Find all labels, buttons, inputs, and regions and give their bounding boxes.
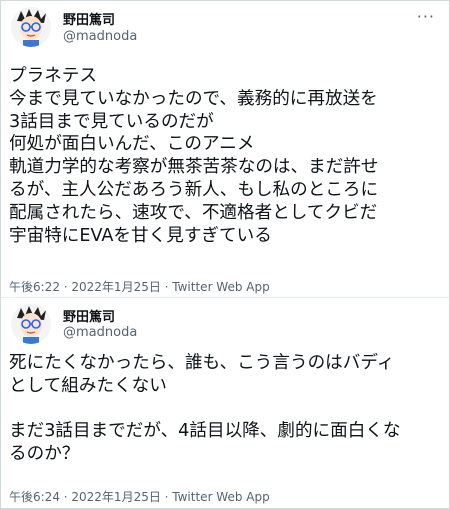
author-handle[interactable]: @madnoda — [63, 29, 137, 44]
author-name[interactable]: 野田篤司 — [63, 306, 115, 325]
avatar[interactable] — [11, 7, 51, 47]
tweet-card: 野田篤司 @madnoda ··· プラネテス 今まで見ていなかったので、義務的… — [0, 0, 450, 509]
tweet-line: 宇宙特にEVAを甘く見すぎている — [9, 225, 272, 246]
tweet-line: プラネテス — [9, 66, 97, 86]
avatar[interactable] — [11, 304, 51, 344]
tweet-line: 配属されたら、速攻で、不適格者としてクビだ — [9, 202, 378, 223]
author-handle[interactable]: @madnoda — [63, 325, 137, 340]
tweet-1: 野田篤司 @madnoda ··· プラネテス 今まで見ていなかったので、義務的… — [1, 1, 449, 297]
tweet-line — [9, 398, 443, 421]
tweet-line: まだ3話目までだが、4話目以降、劇的に面白くな — [9, 421, 401, 442]
tweet-line: るのか？ — [9, 444, 80, 465]
tweet-line: 3話目まで見ているのだが — [9, 111, 214, 132]
avatar-cartoon-icon — [11, 7, 51, 47]
tweet-timestamp[interactable]: 午後6:24 · 2022年1月25日 · Twitter Web App — [9, 488, 270, 505]
tweet-line: 軌道力学的な考察が無茶苦茶なのは、まだ許せ — [9, 157, 379, 178]
tweet-line: るが、主人公だあろう新人、もし私のところに — [9, 179, 379, 200]
tweet-line: 何処が面白いんだ、このアニメ — [9, 134, 255, 155]
more-options-icon[interactable]: ··· — [417, 7, 435, 26]
avatar-cartoon-icon — [11, 304, 51, 344]
tweet-2: 野田篤司 @madnoda 死にたくなかったら、誰も、こう言うのはバディ として… — [1, 297, 449, 509]
tweet-text: 死にたくなかったら、誰も、こう言うのはバディ として組みたくない まだ3話目まで… — [9, 352, 443, 466]
author-name[interactable]: 野田篤司 — [63, 9, 115, 28]
tweet-line: として組みたくない — [9, 375, 167, 396]
tweet-timestamp[interactable]: 午後6:22 · 2022年1月25日 · Twitter Web App — [9, 278, 270, 295]
tweet-text: プラネテス 今まで見ていなかったので、義務的に再放送を 3話目まで見ているのだが… — [9, 65, 443, 247]
tweet-line: 今まで見ていなかったので、義務的に再放送を — [9, 88, 378, 109]
tweet-line: 死にたくなかったら、誰も、こう言うのはバディ — [9, 353, 395, 373]
